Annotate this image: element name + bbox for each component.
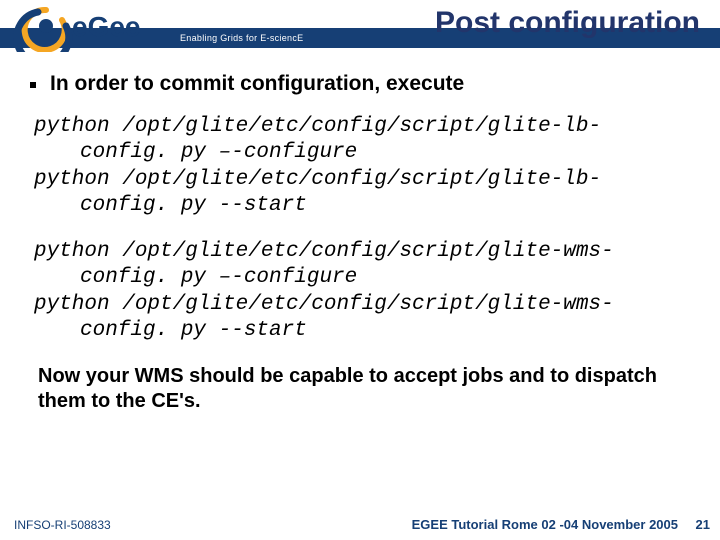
code-line: config. py –-configure: [34, 140, 690, 166]
code-line: config. py --start: [34, 193, 690, 219]
svg-text:eGee: eGee: [72, 11, 141, 42]
code-block-lb: python /opt/glite/etc/config/script/glit…: [34, 114, 690, 219]
tagline: Enabling Grids for E-sciencE: [180, 33, 303, 43]
code-line: python /opt/glite/etc/config/script/glit…: [34, 167, 690, 193]
code-line: config. py –-configure: [34, 265, 690, 291]
slide-title: Post configuration: [435, 6, 700, 40]
egee-logo: eGee: [10, 2, 170, 52]
code-line: config. py --start: [34, 318, 690, 344]
footer-page-number: 21: [696, 517, 710, 532]
code-block-wms: python /opt/glite/etc/config/script/glit…: [34, 239, 690, 344]
closing-text: Now your WMS should be capable to accept…: [32, 364, 690, 414]
bullet-row: In order to commit configuration, execut…: [30, 72, 690, 96]
code-line: python /opt/glite/etc/config/script/glit…: [34, 114, 690, 140]
header: Post configuration Enabling Grids for E-…: [0, 0, 720, 60]
code-line: python /opt/glite/etc/config/script/glit…: [34, 239, 690, 265]
slide: Post configuration Enabling Grids for E-…: [0, 0, 720, 540]
footer-left: INFSO-RI-508833: [14, 518, 111, 532]
footer-right: EGEE Tutorial Rome 02 -04 November 2005: [412, 517, 678, 532]
bullet-dot-icon: [30, 82, 36, 88]
footer: INFSO-RI-508833 EGEE Tutorial Rome 02 -0…: [0, 514, 720, 540]
content-area: In order to commit configuration, execut…: [30, 72, 690, 414]
code-line: python /opt/glite/etc/config/script/glit…: [34, 292, 690, 318]
bullet-text: In order to commit configuration, execut…: [50, 72, 464, 96]
